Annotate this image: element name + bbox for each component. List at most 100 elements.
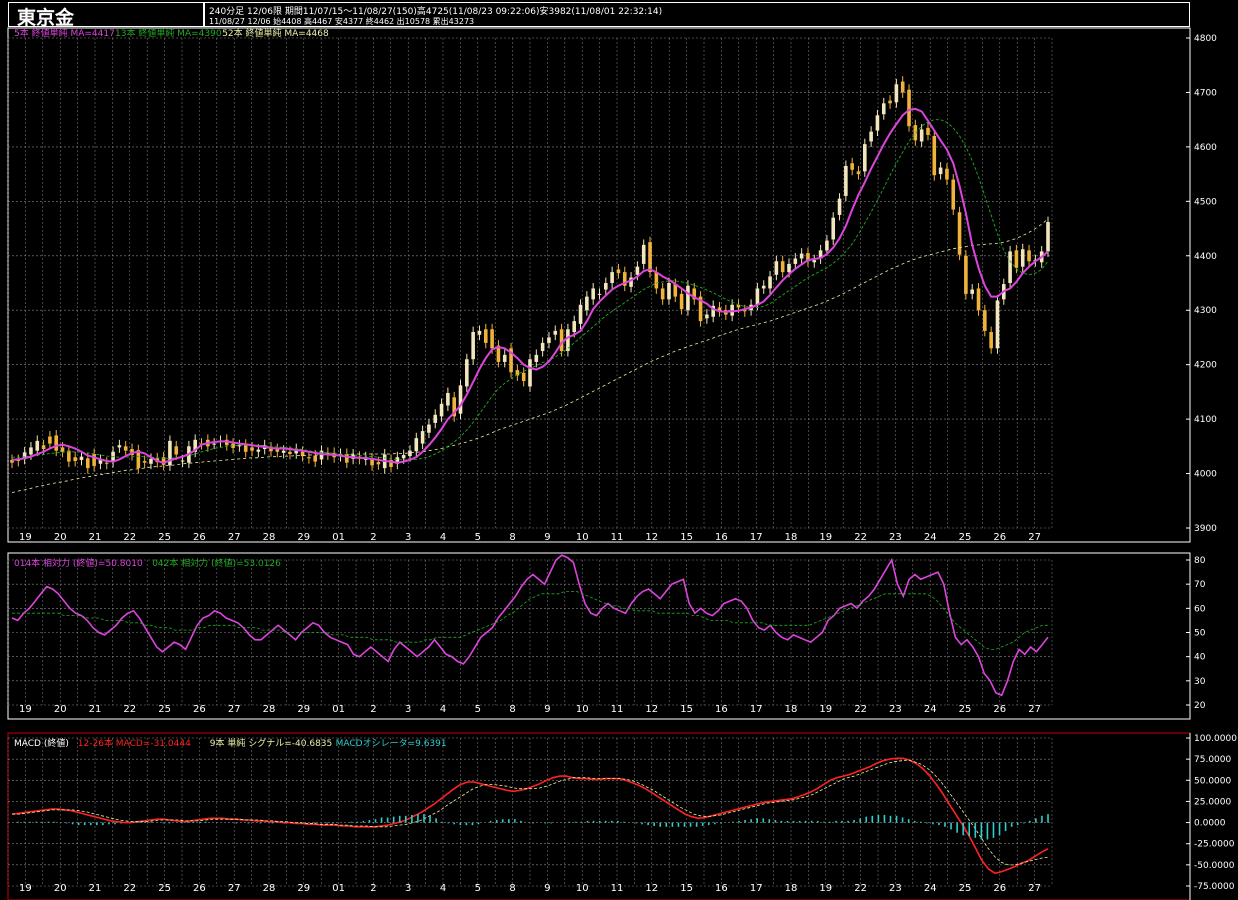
candle-body xyxy=(345,453,349,463)
day-label: 26 xyxy=(993,883,1006,894)
candle-body xyxy=(591,288,595,300)
day-label: 25 xyxy=(158,883,171,894)
candle-body xyxy=(900,81,905,93)
day-label: 11 xyxy=(611,883,624,894)
day-label: 25 xyxy=(158,704,171,715)
legend-item: 12-26本 MACD=-31.0444 xyxy=(78,737,191,749)
day-label: 17 xyxy=(750,704,763,715)
candle-body xyxy=(471,332,475,360)
day-label: 3 xyxy=(405,532,411,543)
candle-body xyxy=(768,276,772,289)
day-label: 25 xyxy=(158,532,171,543)
day-label: 12 xyxy=(645,883,658,894)
day-label: 2 xyxy=(370,532,376,543)
candle-body xyxy=(875,115,880,131)
day-label: 28 xyxy=(263,883,276,894)
legend-item: MACD (終値) xyxy=(14,737,69,749)
day-label: 22 xyxy=(854,532,867,543)
day-label: 8 xyxy=(509,704,515,715)
candle-body xyxy=(597,293,602,295)
candle-body xyxy=(926,127,930,135)
day-label: 01 xyxy=(332,883,345,894)
candle-body xyxy=(408,450,412,457)
panel-1: 3900 4000 4100 4200 4300 4400 4500 4600 4700 4800… xyxy=(7,27,1217,543)
candle-body xyxy=(41,445,46,450)
legend-item: 9本 単純 シグナル=-40.6835 xyxy=(210,737,332,749)
day-label: 4 xyxy=(440,704,446,715)
day-label: 23 xyxy=(889,532,902,543)
day-label: 12 xyxy=(645,704,658,715)
candle-body xyxy=(812,260,817,263)
candle-body xyxy=(831,217,836,240)
day-label: 28 xyxy=(263,704,276,715)
candle-body xyxy=(856,171,861,175)
candle-body xyxy=(970,289,974,294)
candle-body xyxy=(869,131,873,142)
candle-body xyxy=(29,447,33,455)
candle-body xyxy=(995,300,1000,349)
day-label: 10 xyxy=(576,883,589,894)
day-label: 9 xyxy=(544,883,550,894)
candle-body xyxy=(427,424,431,433)
day-label: 22 xyxy=(123,704,136,715)
day-label: 21 xyxy=(89,704,102,715)
candle-body xyxy=(250,447,254,451)
panel-frame xyxy=(7,732,1191,900)
candle-body xyxy=(483,329,488,343)
candle-body xyxy=(92,453,96,466)
day-label: 27 xyxy=(228,883,241,894)
candle-body xyxy=(705,314,709,319)
day-label: 4 xyxy=(440,883,446,894)
candle-body xyxy=(686,285,690,311)
candle-body xyxy=(553,330,558,335)
candle-body xyxy=(1008,251,1012,283)
legend-item: MACDオシレータ=9.6391 xyxy=(336,738,447,749)
day-label: 3 xyxy=(405,704,411,715)
day-label: 19 xyxy=(19,704,32,715)
day-label: 26 xyxy=(993,532,1006,543)
day-label: 29 xyxy=(297,704,310,715)
day-label: 21 xyxy=(89,883,102,894)
candle-body xyxy=(307,457,311,459)
day-label: 18 xyxy=(785,532,798,543)
day-label: 2 xyxy=(370,883,376,894)
candle-body xyxy=(989,332,993,349)
day-label: 26 xyxy=(193,704,206,715)
y-tick-label: 50.0000 xyxy=(1194,776,1231,786)
candle-body xyxy=(534,354,539,362)
candle-body xyxy=(401,455,406,459)
candle-body xyxy=(919,129,924,142)
candle-body xyxy=(976,288,981,311)
y-tick-label: 20 xyxy=(1194,701,1206,711)
day-label: 22 xyxy=(123,532,136,543)
candle-body xyxy=(774,261,779,275)
y-tick-label: 0.0000 xyxy=(1194,819,1226,829)
legend-item: 52本 終値単純 MA=4468 xyxy=(222,27,329,39)
candle-body xyxy=(446,392,450,406)
candle-body xyxy=(578,304,583,324)
y-tick-label: 75.0000 xyxy=(1194,755,1231,765)
day-label: 01 xyxy=(332,704,345,715)
candle-body xyxy=(521,372,526,381)
candle-body xyxy=(793,258,798,264)
day-label: 27 xyxy=(1028,532,1041,543)
y-tick-label: 40 xyxy=(1194,653,1206,663)
y-tick-label: 3900 xyxy=(1194,524,1217,534)
candle-body xyxy=(679,293,684,310)
chart-canvas: 3900400041004200430044004500460047004800… xyxy=(7,27,1237,900)
day-label: 3 xyxy=(405,883,411,894)
candle-body xyxy=(528,359,532,387)
y-tick-label: 4100 xyxy=(1194,415,1217,425)
y-tick-label: 80 xyxy=(1194,556,1206,566)
candle-body xyxy=(243,444,248,452)
day-label: 11 xyxy=(611,532,624,543)
day-label: 26 xyxy=(193,883,206,894)
y-tick-label: 4000 xyxy=(1194,470,1217,480)
day-label: 01 xyxy=(332,532,345,543)
candle-body xyxy=(604,283,608,290)
candle-body xyxy=(458,385,463,414)
day-label: 10 xyxy=(576,532,589,543)
day-label: 17 xyxy=(750,532,763,543)
candle-body xyxy=(123,446,128,451)
y-tick-label: -50.0000 xyxy=(1194,861,1235,871)
